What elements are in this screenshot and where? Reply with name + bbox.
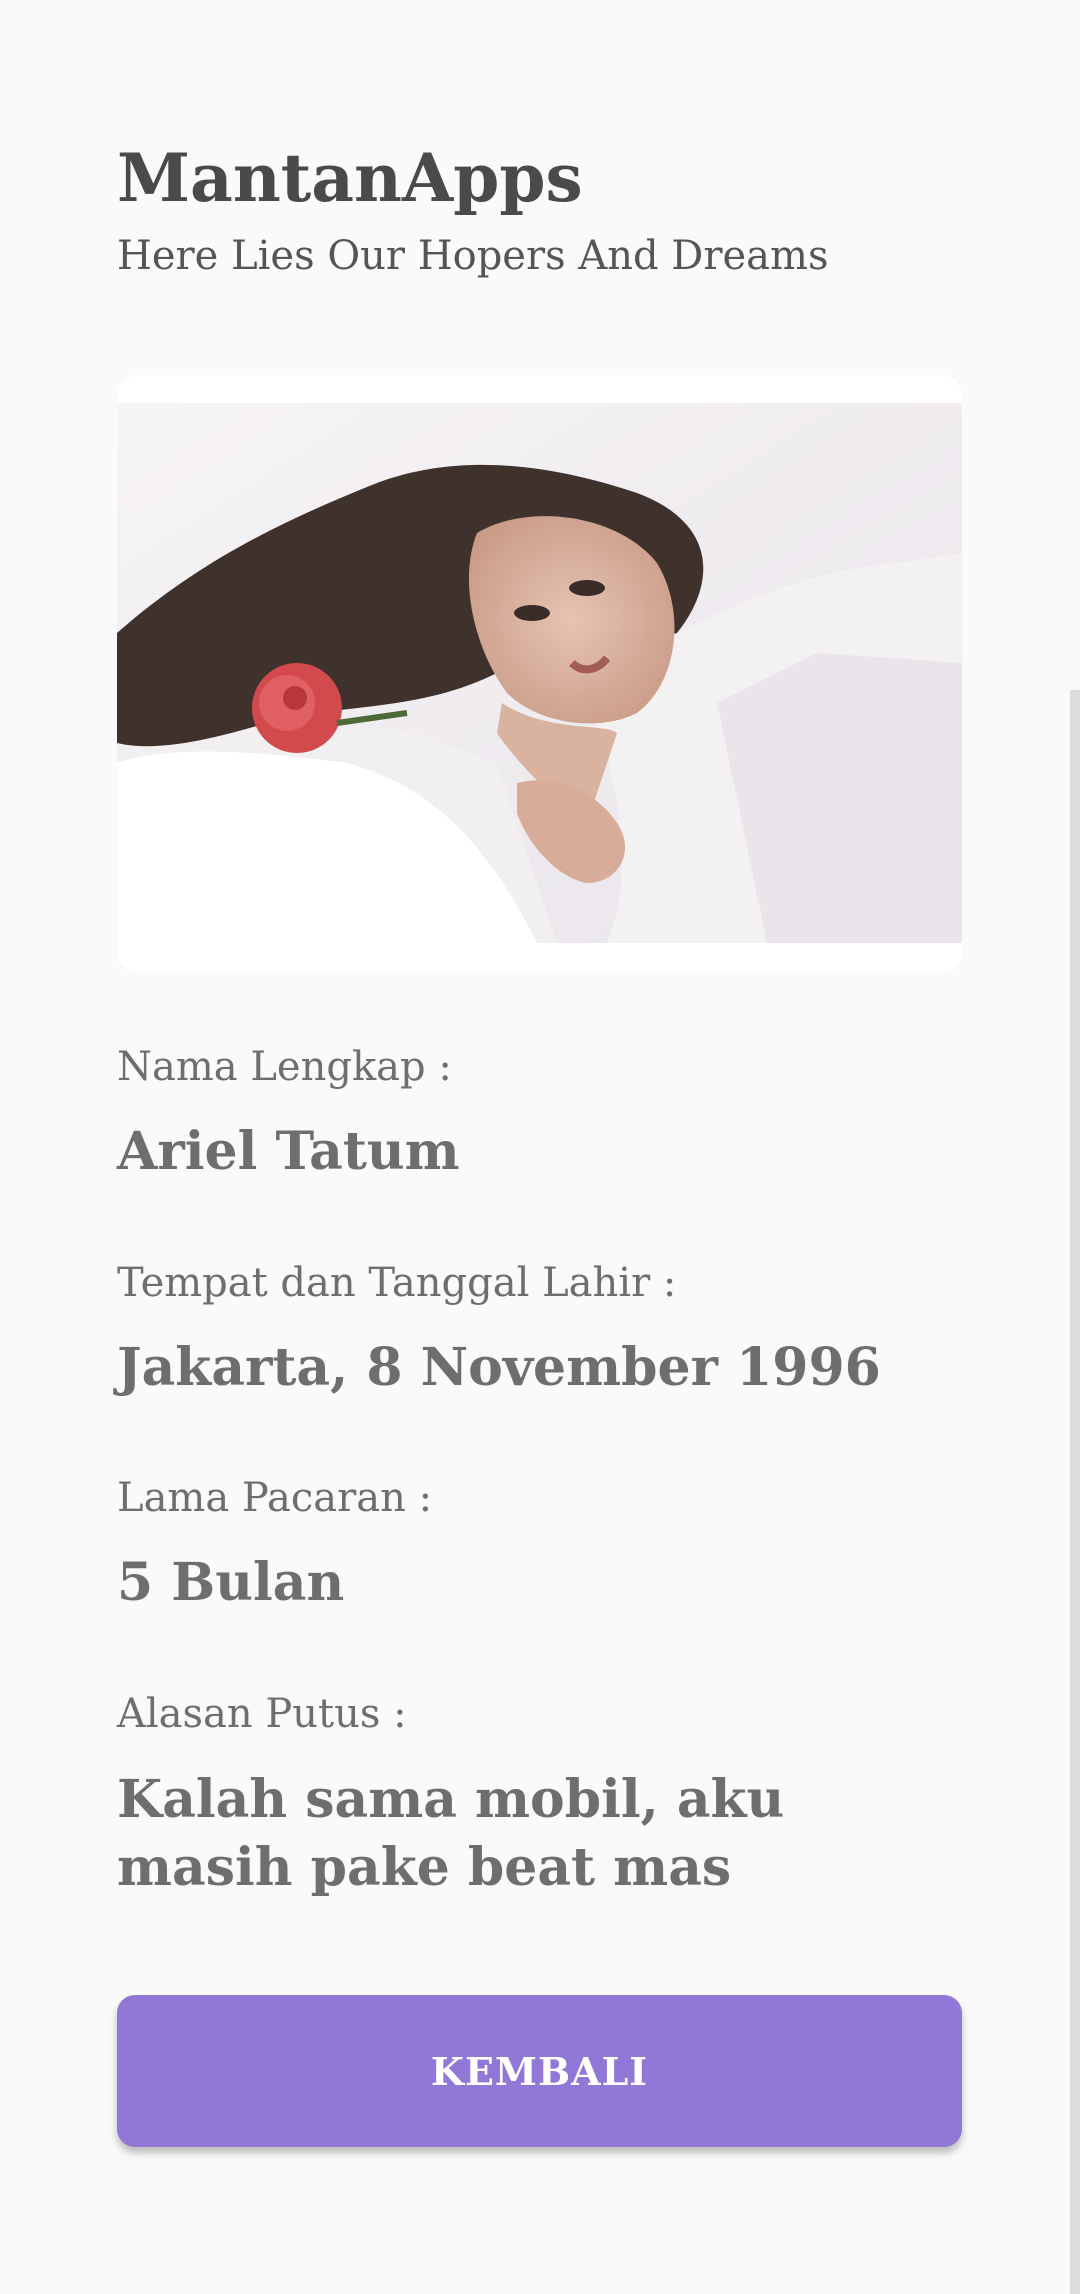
- birth-place-date-label: Tempat dan Tanggal Lahir :: [117, 1260, 677, 1306]
- app-subtitle: Here Lies Our Hopers And Dreams: [117, 233, 829, 279]
- profile-photo: [117, 403, 962, 943]
- app-title: MantanApps: [117, 139, 583, 217]
- full-name-label: Nama Lengkap :: [117, 1044, 452, 1090]
- relationship-duration-value: 5 Bulan: [117, 1552, 345, 1613]
- scrollbar-track[interactable]: [1070, 690, 1080, 2294]
- photo-card: [117, 375, 962, 973]
- birth-place-date-value: Jakarta, 8 November 1996: [117, 1337, 881, 1398]
- breakup-reason-value: Kalah sama mobil, aku masih pake beat ma…: [117, 1769, 785, 1898]
- relationship-duration-label: Lama Pacaran :: [117, 1475, 433, 1521]
- back-button[interactable]: KEMBALI: [117, 1995, 962, 2147]
- full-name-value: Ariel Tatum: [117, 1121, 460, 1182]
- breakup-reason-label: Alasan Putus :: [117, 1691, 407, 1737]
